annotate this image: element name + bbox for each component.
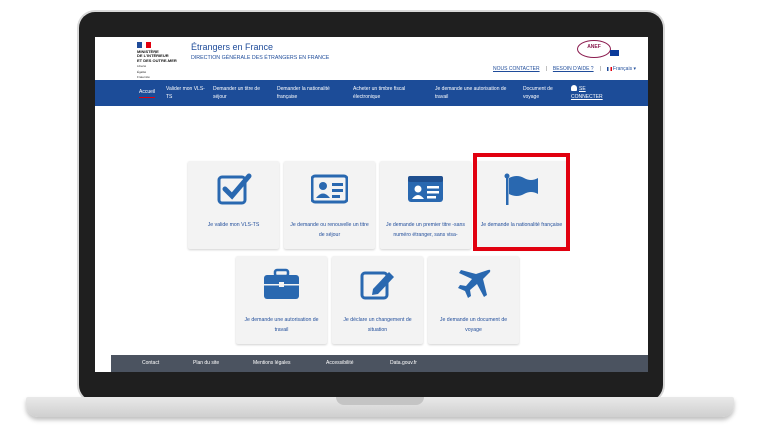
nav-item-vls-ts[interactable]: Valider mon VLS-TS (166, 85, 206, 101)
nav-item-tax-stamp[interactable]: Acheter un timbre fiscal électronique (353, 85, 419, 101)
site-title[interactable]: Étrangers en France (191, 42, 273, 52)
tile-change-situation[interactable]: Je déclare un changement de situation (332, 256, 423, 344)
tile-label: Je demande un premier titre -sans numéro… (385, 222, 465, 238)
tile-label: Je demande un document de voyage (439, 317, 508, 333)
nav-item-nationality[interactable]: Demander la nationalité française (277, 85, 343, 101)
motto-line: Liberté (137, 64, 147, 69)
user-icon (571, 85, 577, 91)
briefcase-icon (264, 268, 299, 299)
tile-travel-document[interactable]: Je demande un document de voyage (428, 256, 519, 344)
footer-legal-link[interactable]: Mentions légales (253, 360, 291, 366)
tile-work-authorization[interactable]: Je demande une autorisation de travail (236, 256, 327, 344)
tile-first-permit[interactable]: Je demande un premier titre -sans numéro… (380, 161, 471, 249)
tile-label: Je demande une autorisation de travail (244, 317, 319, 333)
footer-accessibility-link[interactable]: Accessibilité (326, 360, 354, 366)
nav-item-work-authorization[interactable]: Je demande une autorisation de travail (435, 85, 513, 101)
french-flag-icon (606, 66, 612, 71)
nav-item-travel-document[interactable]: Document de voyage (523, 85, 563, 101)
marianne-flag-icon (137, 42, 152, 48)
nav-item-residence-permit[interactable]: Demander un titre de séjour (213, 85, 271, 101)
separator: | (599, 66, 601, 72)
ministry-logo[interactable]: MINISTÈRE DE L'INTÉRIEUR ET DES OUTRE-ME… (137, 42, 197, 79)
tile-label: Je valide mon VLS-TS (207, 222, 260, 228)
login-button[interactable]: SE CONNECTER (571, 85, 611, 101)
checkbox-icon (217, 173, 252, 205)
site-subtitle: DIRECTION GÉNÉRALE DES ÉTRANGERS EN FRAN… (191, 55, 330, 61)
highlight-box (473, 153, 570, 251)
edit-icon (360, 271, 394, 300)
id-card-icon (311, 174, 348, 204)
id-card-icon (408, 176, 443, 202)
airplane-icon (458, 269, 491, 298)
footer-datagouv-link[interactable]: Data.gouv.fr (390, 360, 417, 366)
utility-links: NOUS CONTACTER | BESOIN D'AIDE ? | Franç… (493, 66, 636, 72)
footer-sitemap-link[interactable]: Plan du site (193, 360, 219, 366)
tile-label: Je déclare un changement de situation (343, 317, 412, 333)
anef-logo: ANEF (577, 40, 611, 58)
site-header: MINISTÈRE DE L'INTÉRIEUR ET DES OUTRE-ME… (95, 37, 648, 80)
tile-validate-vls-ts[interactable]: Je valide mon VLS-TS (188, 161, 279, 249)
contact-link[interactable]: NOUS CONTACTER (493, 66, 540, 72)
separator: | (545, 66, 547, 72)
laptop-notch (336, 397, 424, 405)
tile-residence-permit[interactable]: Je demande ou renouvelle un titre de séj… (284, 161, 375, 249)
laptop-screen: MINISTÈRE DE L'INTÉRIEUR ET DES OUTRE-ME… (95, 37, 648, 372)
main-nav: Accueil Valider mon VLS-TS Demander un t… (95, 80, 648, 106)
ministry-line: ET DES OUTRE-MER (137, 57, 177, 63)
footer-contact-link[interactable]: Contact (142, 360, 159, 366)
site-footer: Contact Plan du site Mentions légales Ac… (111, 355, 648, 372)
language-label: Français (612, 66, 633, 72)
language-selector[interactable]: Français ▾ (606, 66, 636, 72)
motto-line: Fraternité (137, 75, 150, 80)
eu-flag-icon (610, 50, 619, 56)
help-link[interactable]: BESOIN D'AIDE ? (553, 66, 594, 72)
nav-item-home[interactable]: Accueil (139, 88, 156, 98)
tile-label: Je demande ou renouvelle un titre de séj… (290, 222, 369, 238)
motto-line: Égalité (137, 69, 147, 74)
